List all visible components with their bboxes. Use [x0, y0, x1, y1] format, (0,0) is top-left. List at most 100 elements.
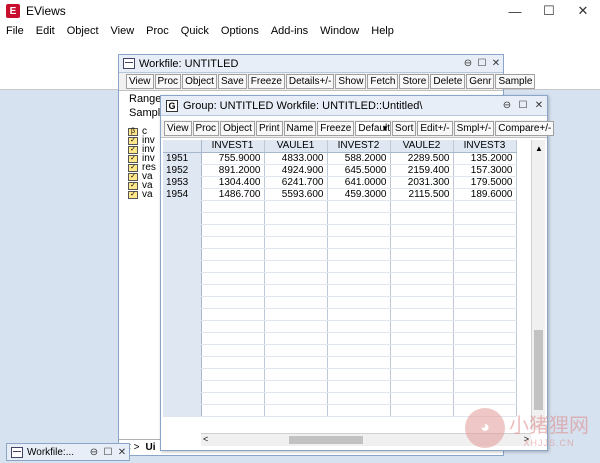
- data-cell[interactable]: 4924.900: [264, 164, 328, 177]
- table-row: [163, 356, 517, 369]
- data-cell[interactable]: 459.3000: [327, 188, 391, 201]
- wf-show-button[interactable]: Show: [335, 74, 367, 89]
- minimized-workfile-window[interactable]: Workfile:... ⊖ ☐ ✕: [6, 443, 130, 461]
- data-cell[interactable]: 189.6000: [453, 188, 517, 201]
- menu-file[interactable]: File: [0, 25, 30, 37]
- minimized-close-button[interactable]: ✕: [115, 447, 129, 458]
- wf-fetch-button[interactable]: Fetch: [367, 74, 399, 89]
- column-header[interactable]: INVEST2: [327, 140, 391, 153]
- grp-smpl-button[interactable]: Smpl+/-: [453, 121, 495, 136]
- data-cell[interactable]: 179.5000: [453, 176, 517, 189]
- column-header[interactable]: INVEST1: [201, 140, 265, 153]
- menu-view[interactable]: View: [105, 25, 141, 37]
- horizontal-scroll-thumb[interactable]: [289, 436, 363, 444]
- workfile-close-button[interactable]: ✕: [489, 58, 503, 69]
- view-format-select[interactable]: Default ▼: [355, 121, 392, 136]
- minimized-restore-button[interactable]: ☐: [101, 447, 115, 458]
- menu-window[interactable]: Window: [314, 25, 365, 37]
- minimized-minimize-button[interactable]: ⊖: [87, 447, 101, 458]
- data-cell[interactable]: 6241.700: [264, 176, 328, 189]
- menu-options[interactable]: Options: [215, 25, 265, 37]
- close-button[interactable]: ✕: [566, 0, 600, 22]
- data-cell[interactable]: 588.2000: [327, 152, 391, 165]
- wf-genr-button[interactable]: Genr: [466, 74, 495, 89]
- table-row: 1951 755.9000 4833.000 588.2000 2289.500…: [163, 152, 517, 165]
- minimized-title: Workfile:...: [27, 446, 75, 458]
- table-row: 1952 891.2000 4924.900 645.5000 2159.400…: [163, 164, 517, 177]
- grp-freeze-button[interactable]: Freeze: [317, 121, 355, 136]
- menu-quick[interactable]: Quick: [175, 25, 215, 37]
- group-maximize-button[interactable]: ☐: [515, 100, 531, 111]
- vertical-scrollbar[interactable]: ▲: [531, 140, 545, 430]
- column-header[interactable]: VAULE2: [390, 140, 454, 153]
- wf-sample-button[interactable]: Sample: [495, 74, 536, 89]
- wf-save-button[interactable]: Save: [217, 74, 247, 89]
- menu-addins[interactable]: Add-ins: [265, 25, 314, 37]
- grp-name-button[interactable]: Name: [283, 121, 317, 136]
- data-cell[interactable]: 135.2000: [453, 152, 517, 165]
- column-header[interactable]: VAULE1: [264, 140, 328, 153]
- scroll-up-icon[interactable]: ▲: [532, 144, 546, 153]
- list-item[interactable]: ✓ va: [128, 189, 156, 200]
- grp-view-button[interactable]: View: [164, 121, 192, 136]
- data-cell[interactable]: 891.2000: [201, 164, 265, 177]
- data-cell[interactable]: 2159.400: [390, 164, 454, 177]
- data-cell[interactable]: 755.9000: [201, 152, 265, 165]
- workfile-icon: [123, 58, 135, 69]
- wf-freeze-button[interactable]: Freeze: [247, 74, 285, 89]
- workfile-maximize-button[interactable]: ☐: [475, 58, 489, 69]
- scroll-left-icon[interactable]: <: [203, 434, 208, 444]
- row-header[interactable]: 1953: [163, 176, 202, 189]
- group-titlebar[interactable]: G Group: UNTITLED Workfile: UNTITLED::Un…: [161, 96, 547, 116]
- table-row: 1954 1486.700 5593.600 459.3000 2115.500…: [163, 188, 517, 201]
- vertical-scroll-thumb[interactable]: [534, 330, 543, 410]
- data-cell[interactable]: 157.3000: [453, 164, 517, 177]
- grp-sort-button[interactable]: Sort: [392, 121, 417, 136]
- grp-print-button[interactable]: Print: [255, 121, 283, 136]
- series-icon: ✓: [128, 181, 138, 190]
- column-header[interactable]: INVEST3: [453, 140, 517, 153]
- wf-delete-button[interactable]: Delete: [430, 74, 466, 89]
- wf-details-button[interactable]: Details+/-: [285, 74, 335, 89]
- wf-view-button[interactable]: View: [126, 74, 154, 89]
- minimize-button[interactable]: —: [498, 0, 532, 22]
- coef-icon: β: [128, 127, 138, 136]
- group-minimize-button[interactable]: ⊖: [499, 100, 515, 111]
- row-header[interactable]: 1954: [163, 188, 202, 201]
- data-cell[interactable]: 2031.300: [390, 176, 454, 189]
- maximize-button[interactable]: ☐: [532, 0, 566, 22]
- grp-edit-button[interactable]: Edit+/-: [417, 121, 453, 136]
- group-title: Group: UNTITLED Workfile: UNTITLED::Unti…: [183, 99, 423, 112]
- group-close-button[interactable]: ✕: [531, 100, 547, 111]
- data-cell[interactable]: 5593.600: [264, 188, 328, 201]
- data-cell[interactable]: 4833.000: [264, 152, 328, 165]
- menu-object[interactable]: Object: [61, 25, 105, 37]
- wf-store-button[interactable]: Store: [399, 74, 430, 89]
- data-cell[interactable]: 1486.700: [201, 188, 265, 201]
- data-cell[interactable]: 641.0000: [327, 176, 391, 189]
- data-cell[interactable]: 2115.500: [390, 188, 454, 201]
- data-cell[interactable]: 645.5000: [327, 164, 391, 177]
- table-row: [163, 296, 517, 309]
- wf-object-button[interactable]: Object: [182, 74, 217, 89]
- menu-proc[interactable]: Proc: [140, 25, 175, 37]
- table-row: 1953 1304.400 6241.700 641.0000 2031.300…: [163, 176, 517, 189]
- app-titlebar: E EViews — ☐ ✕: [0, 0, 600, 22]
- grp-object-button[interactable]: Object: [220, 121, 255, 136]
- data-cell[interactable]: 2289.500: [390, 152, 454, 165]
- row-header[interactable]: 1952: [163, 164, 202, 177]
- workfile-minimize-button[interactable]: ⊖: [461, 58, 475, 69]
- workfile-titlebar[interactable]: Workfile: UNTITLED ⊖ ☐ ✕: [119, 55, 503, 73]
- menu-help[interactable]: Help: [365, 25, 400, 37]
- table-row: [163, 284, 517, 297]
- data-cell[interactable]: 1304.400: [201, 176, 265, 189]
- tab-untitled[interactable]: Ui: [145, 442, 155, 453]
- corner-cell[interactable]: [163, 140, 202, 153]
- grp-compare-button[interactable]: Compare+/-: [495, 121, 555, 136]
- grp-proc-button[interactable]: Proc: [192, 121, 220, 136]
- row-header[interactable]: 1951: [163, 152, 202, 165]
- watermark: ◕ 小猪狸网 XHJJS.CN: [465, 408, 589, 448]
- menu-edit[interactable]: Edit: [30, 25, 61, 37]
- wf-proc-button[interactable]: Proc: [154, 74, 182, 89]
- chevron-down-icon: ▼: [381, 124, 390, 133]
